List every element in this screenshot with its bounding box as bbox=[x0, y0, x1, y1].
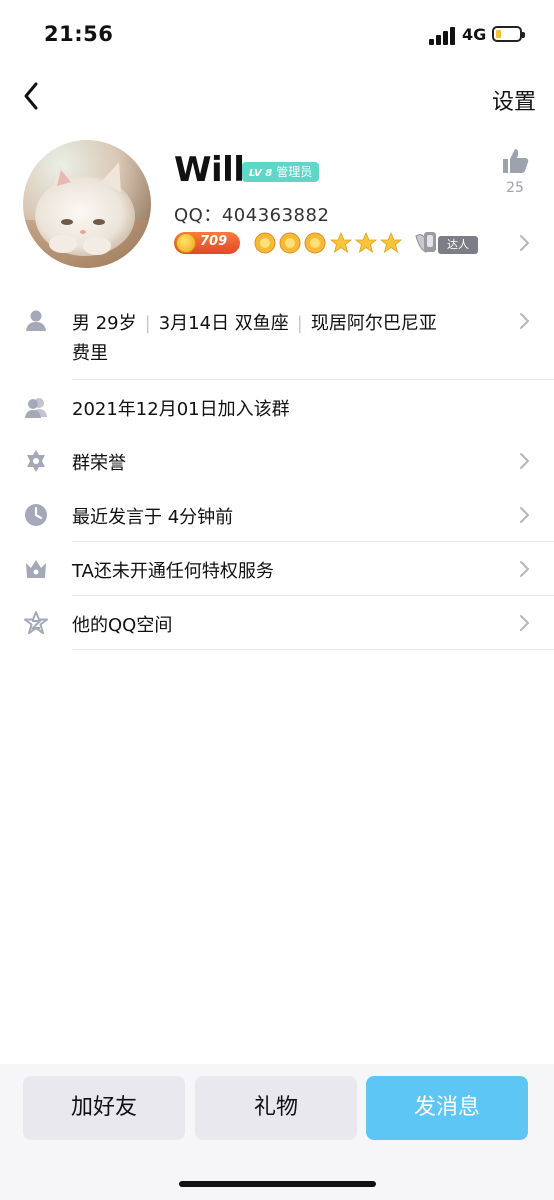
add-friend-button[interactable]: 加好友 bbox=[23, 1076, 185, 1140]
basic-info-row[interactable]: 男 29岁 | 3月14日 双鱼座 | 现居阿尔巴尼亚 费里 bbox=[0, 300, 554, 380]
privilege-row[interactable]: TA还未开通任何特权服务 bbox=[0, 542, 554, 596]
back-button[interactable] bbox=[18, 78, 50, 114]
crown-icon bbox=[26, 560, 46, 578]
star-icon bbox=[330, 232, 352, 253]
profile-name: Will bbox=[174, 150, 245, 190]
star-icon bbox=[355, 232, 377, 253]
like-count: 25 bbox=[506, 180, 524, 196]
chevron-right-icon[interactable] bbox=[518, 234, 530, 252]
joined-text: 2021年12月01日加入该群 bbox=[72, 399, 290, 420]
location-line1: 现居阿尔巴尼亚 bbox=[310, 313, 437, 334]
badge-star-icon bbox=[27, 450, 45, 472]
home-indicator[interactable] bbox=[179, 1181, 376, 1187]
coin-value: 709 bbox=[200, 234, 228, 249]
badge-level: LV 8 bbox=[249, 168, 273, 179]
chevron-right-icon bbox=[520, 507, 529, 523]
level-row[interactable]: 709 达人 bbox=[174, 230, 494, 256]
last-spoke-text: 最近发言于 4分钟前 bbox=[72, 507, 234, 528]
basic-info-text: 男 29岁 | 3月14日 双鱼座 | 现居阿尔巴尼亚 费里 bbox=[72, 313, 437, 364]
avatar[interactable] bbox=[23, 140, 151, 268]
joined-row: 2021年12月01日加入该群 bbox=[0, 380, 554, 434]
birthday-sign: 3月14日 双鱼座 bbox=[158, 313, 289, 334]
battery-icon bbox=[492, 26, 525, 42]
qzone-text: 他的QQ空间 bbox=[72, 615, 173, 636]
group-icon bbox=[25, 398, 47, 418]
qzone-star-icon bbox=[24, 611, 48, 634]
settings-button[interactable]: 设置 bbox=[492, 84, 536, 116]
qq-label: QQ： bbox=[174, 205, 222, 226]
gender-age: 男 29岁 bbox=[72, 313, 137, 334]
privilege-text: TA还未开通任何特权服务 bbox=[72, 561, 274, 582]
clock-icon bbox=[25, 504, 47, 526]
thumbs-up-icon[interactable] bbox=[500, 146, 530, 176]
status-time: 21:56 bbox=[44, 22, 114, 46]
person-icon bbox=[26, 310, 46, 331]
chevron-right-icon bbox=[520, 453, 529, 469]
cat-photo bbox=[23, 140, 151, 268]
divider bbox=[72, 649, 554, 650]
gift-button[interactable]: 礼物 bbox=[195, 1076, 357, 1140]
talent-label: 达人 bbox=[438, 236, 478, 254]
sun-icon bbox=[304, 232, 326, 254]
badge-role: 管理员 bbox=[276, 165, 313, 179]
qq-number: QQ：404363882 bbox=[174, 201, 329, 227]
honor-row[interactable]: 群荣誉 bbox=[0, 434, 554, 488]
signal-icon bbox=[429, 27, 457, 45]
location-line2: 费里 bbox=[72, 343, 108, 364]
last-spoke-row[interactable]: 最近发言于 4分钟前 bbox=[0, 488, 554, 542]
qq-value: 404363882 bbox=[221, 205, 330, 226]
send-message-button[interactable]: 发消息 bbox=[366, 1076, 528, 1140]
chevron-right-icon bbox=[520, 561, 529, 577]
chevron-right-icon bbox=[520, 313, 529, 329]
honor-text: 群荣誉 bbox=[72, 453, 126, 474]
chevron-left-icon bbox=[24, 82, 38, 110]
coin-badge: 709 bbox=[174, 232, 240, 254]
sun-icon bbox=[254, 232, 276, 254]
sun-icon bbox=[279, 232, 301, 254]
qzone-row[interactable]: 他的QQ空间 bbox=[0, 596, 554, 650]
talent-badge: 达人 bbox=[412, 228, 482, 258]
status-bar: 21:56 4G bbox=[0, 0, 554, 70]
network-type: 4G bbox=[462, 25, 487, 44]
coin-icon bbox=[176, 233, 196, 253]
chevron-right-icon bbox=[520, 615, 529, 631]
admin-badge: LV 8 管理员 bbox=[242, 162, 320, 182]
star-icon bbox=[380, 232, 402, 253]
